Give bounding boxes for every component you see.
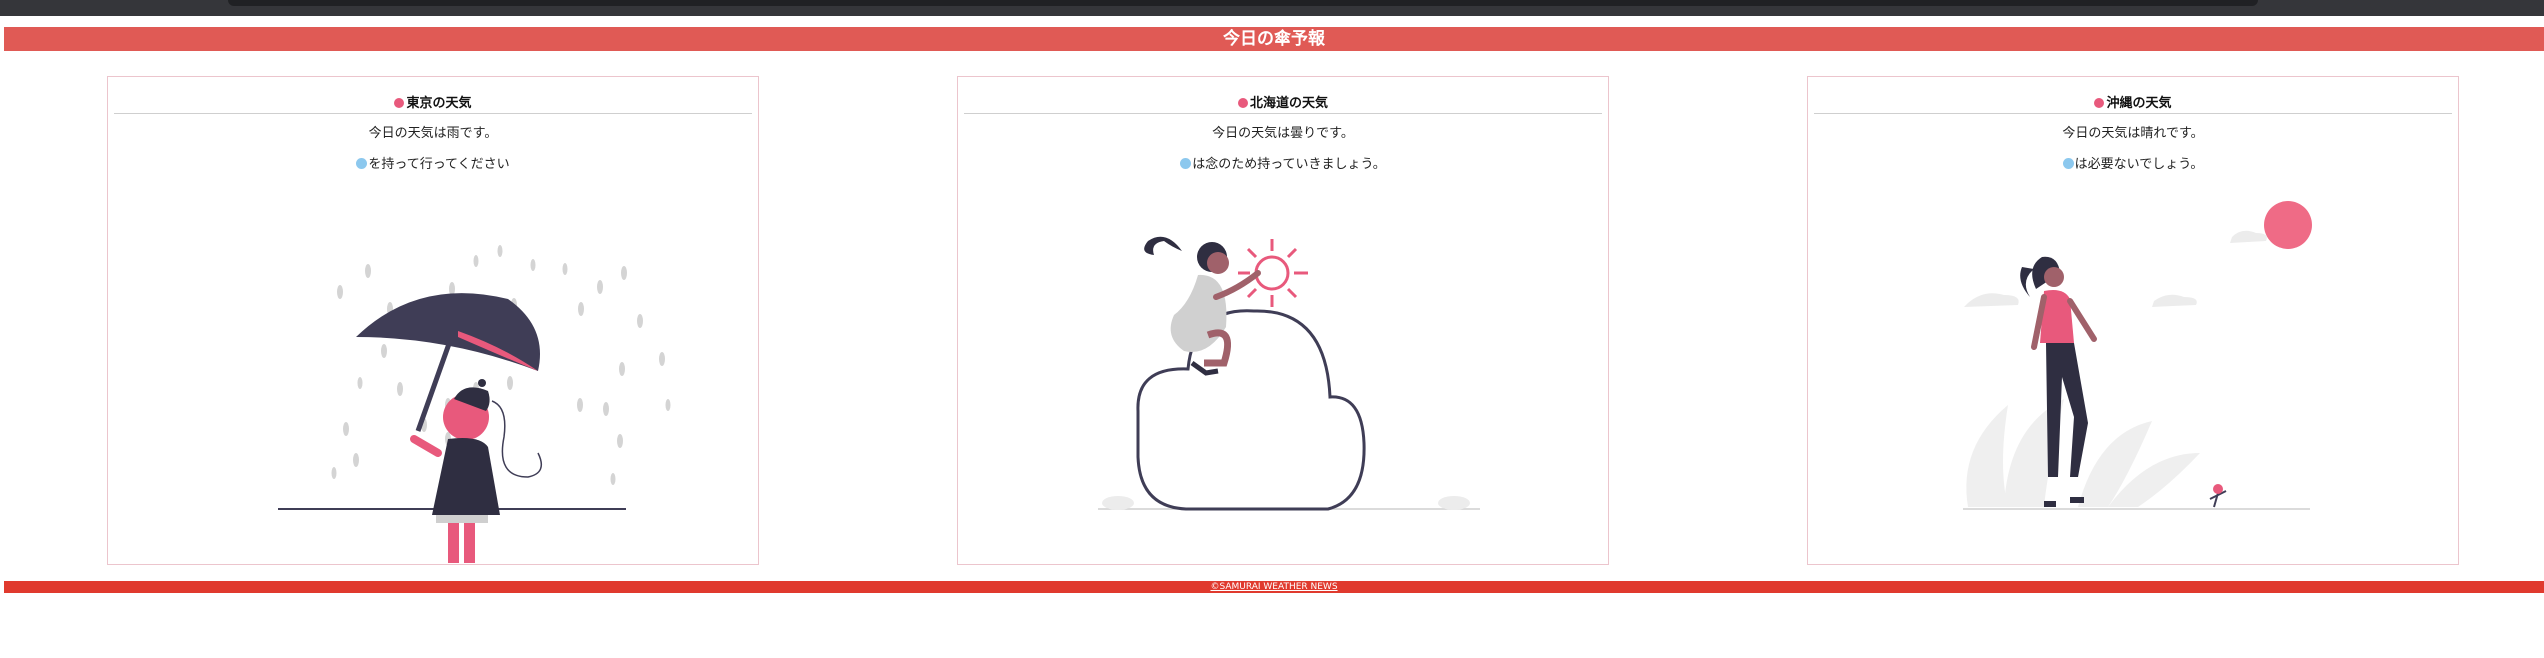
umbrella-icon (1180, 158, 1192, 169)
umbrella-icon (2062, 158, 2074, 169)
pink-dot-icon (394, 98, 405, 108)
footer-copyright-link[interactable]: ©SAMURAI WEATHER NEWS (4, 581, 2544, 593)
weather-card-hokkaido: 北海道の天気 今日の天気は曇りです。 は念のため持っていきましょう。 (957, 76, 1609, 565)
pink-dot-icon (2094, 98, 2105, 108)
umbrella-icon (356, 158, 368, 169)
weather-card-okinawa: 沖縄の天気 今日の天気は晴れです。 は必要ないでしょう。 (1807, 76, 2459, 565)
weather-card-tokyo: 東京の天気 今日の天気は雨です。 を持って行ってください (107, 76, 759, 565)
card-title: 沖縄の天気 (1814, 95, 2452, 114)
advice-text: は必要ないでしょう。 (1808, 156, 2458, 174)
rain-drops (331, 245, 671, 485)
advice-text: を持って行ってください (108, 156, 758, 174)
card-title-text: 東京の天気 (406, 96, 472, 111)
address-bar[interactable] (228, 0, 2258, 6)
advice-text: は念のため持っていきましょう。 (958, 156, 1608, 174)
card-title: 東京の天気 (114, 95, 752, 114)
woman-with-umbrella-illustration (278, 245, 671, 563)
pink-dot-icon (1237, 98, 1248, 108)
card-title-text: 沖縄の天気 (2106, 96, 2172, 111)
card-title: 北海道の天気 (964, 95, 1602, 114)
page-header: 今日の傘予報 (4, 27, 2544, 51)
advice-label: は念のため持っていきましょう。 (1192, 157, 1386, 172)
forecast-text: 今日の天気は晴れです。 (2062, 126, 2204, 141)
forecast-text: 今日の天気は雨です。 (368, 126, 498, 141)
advice-label: は必要ないでしょう。 (2074, 157, 2204, 172)
browser-toolbar (0, 0, 2544, 16)
advice-label: を持って行ってください (368, 157, 510, 172)
forecast-text: 今日の天気は曇りです。 (1212, 126, 1354, 141)
woman-walking-illustration (1963, 201, 2312, 510)
card-title-text: 北海道の天気 (1249, 96, 1328, 111)
woman-on-cloud-illustration (1098, 236, 1480, 511)
